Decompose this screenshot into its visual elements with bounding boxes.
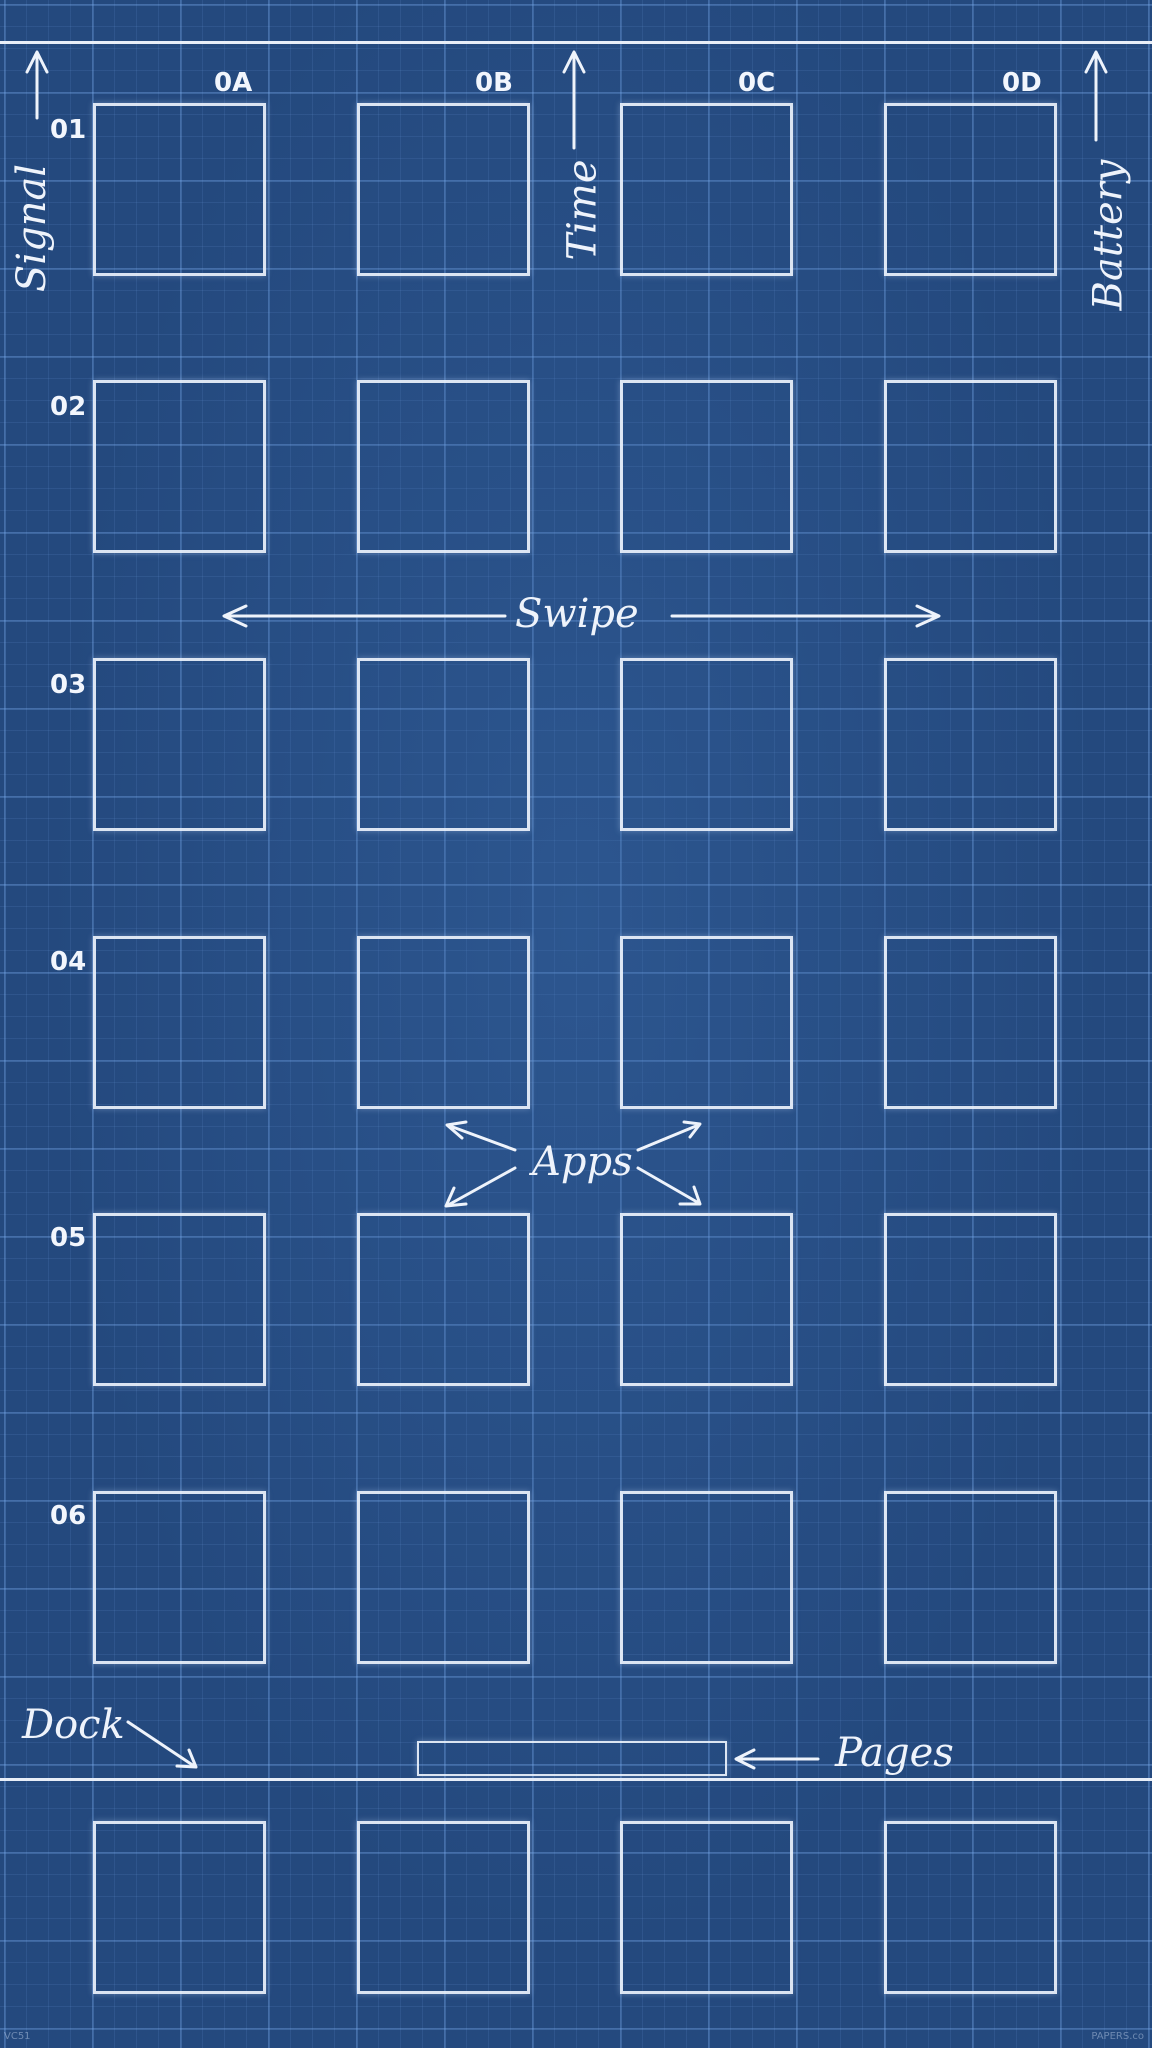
dock-label: Dock <box>22 1702 125 1748</box>
signal-arrow <box>25 50 49 120</box>
footer-right-tag: PAPERS.co <box>1091 2031 1144 2042</box>
dock-arrow <box>126 1720 198 1769</box>
battery-label: Battery <box>1085 159 1132 311</box>
pages-label: Pages <box>835 1730 954 1776</box>
signal-label: Signal <box>9 163 56 293</box>
apps-arrow-down-left <box>444 1166 517 1208</box>
apps-label: Apps <box>532 1139 633 1185</box>
swipe-right-arrow <box>670 604 941 628</box>
swipe-left-arrow <box>222 604 507 628</box>
apps-arrow-up-right <box>636 1120 702 1152</box>
annotation-arrows <box>25 50 1108 1770</box>
footer-left-tag: VC51 <box>4 2031 31 2042</box>
pages-arrow <box>734 1748 820 1770</box>
swipe-label: Swipe <box>515 591 639 637</box>
apps-arrow-down-right <box>636 1166 702 1206</box>
time-arrow <box>562 50 586 150</box>
apps-arrow-up-left <box>445 1120 517 1152</box>
battery-arrow <box>1084 50 1108 142</box>
blueprint-wallpaper: 0A 0B 0C 0D 01 02 03 04 05 06 Signal Tim… <box>0 0 1152 2048</box>
time-label: Time <box>559 159 606 261</box>
